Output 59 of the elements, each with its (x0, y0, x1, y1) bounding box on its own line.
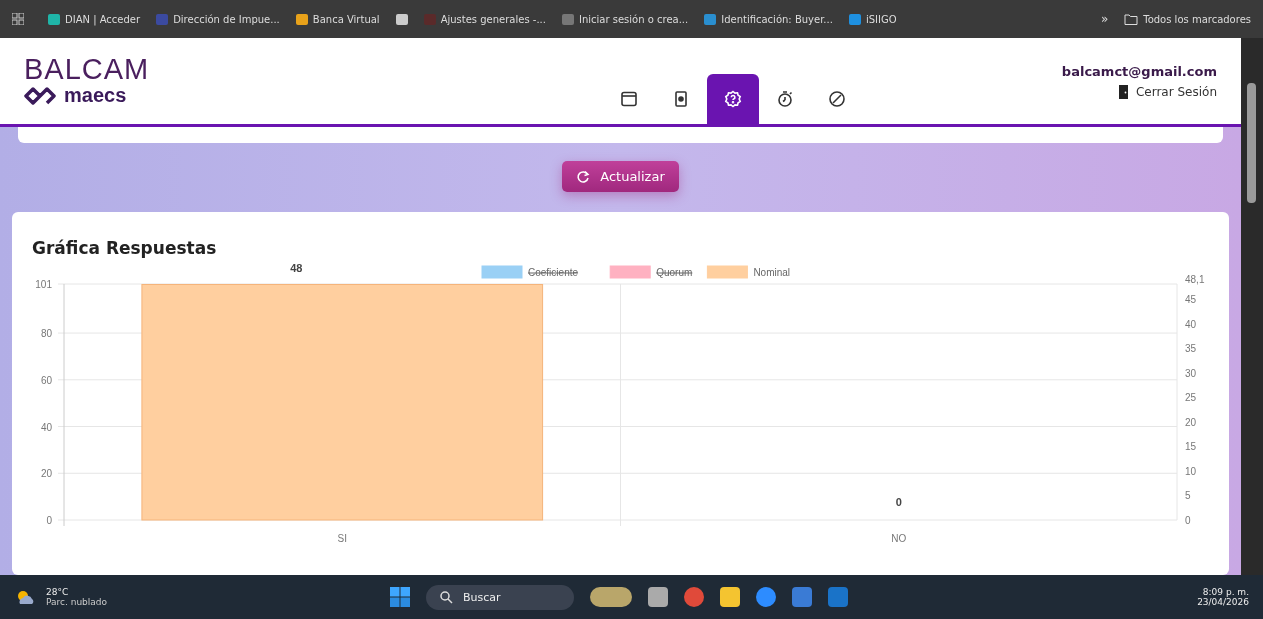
axis-tick-label: 60 (40, 374, 52, 386)
axis-tick-label: 20 (1185, 416, 1197, 428)
bookmark-item[interactable]: Identificación: Buyer... (704, 13, 833, 25)
door-icon (1117, 84, 1129, 99)
logout-link[interactable]: Cerrar Sesión (1117, 84, 1217, 99)
axis-tick-label: 25 (1185, 392, 1197, 404)
logo-text: maecs (64, 84, 127, 107)
user-email: balcamct@gmail.com (1061, 63, 1217, 79)
axis-tick-label: 45 (1185, 294, 1197, 306)
bookmark-item[interactable]: DIAN | Acceder (48, 13, 141, 25)
clock-date: 23/04/2026 (1197, 597, 1249, 607)
weather-temperature: 28°C (46, 587, 70, 597)
bar-value-label: 48 (290, 262, 303, 274)
legend-item[interactable]: Coeficiente (481, 265, 579, 279)
nav-tab[interactable] (707, 74, 760, 124)
more-bookmarks-button[interactable]: » (1100, 12, 1109, 26)
bookmark-item[interactable]: Banca Virtual (295, 13, 380, 25)
calendar-icon (620, 90, 639, 108)
search-icon (440, 590, 453, 604)
bookmark-item[interactable]: Iniciar sesión o crea... (561, 13, 689, 25)
all-bookmarks-folder[interactable]: Todos los marcadores (1124, 13, 1251, 25)
axis-tick-label: 5 (1185, 490, 1191, 502)
axis-tick-label: 40 (1185, 318, 1197, 330)
cancel-icon (828, 90, 847, 108)
legend-label: Nominal (753, 267, 791, 278)
bookmark-item[interactable]: iSIIGO (848, 13, 897, 25)
axis-tick-label: 20 (40, 468, 52, 480)
chart-title: Gráfica Respuestas (32, 238, 218, 258)
timer-icon (776, 90, 795, 108)
axis-tick-label: 35 (1185, 343, 1197, 355)
taskbar-search[interactable]: Buscar (426, 584, 574, 610)
axis-tick-label: 0 (1185, 515, 1191, 526)
axis-tick-label: 101 (35, 279, 52, 290)
bookmark-item[interactable]: Dirección de Impue... (156, 13, 280, 25)
bar-value-label: 0 (895, 496, 902, 508)
logo-text: BALCAM (24, 55, 150, 84)
axis-category-label: SI (337, 533, 347, 544)
apps-grid-icon[interactable] (12, 13, 24, 25)
logo-icon (24, 85, 58, 106)
bookmark-item[interactable]: Ajustes generales -... (423, 13, 546, 25)
axis-tick-label: 10 (1185, 465, 1197, 477)
legend-label: Coeficiente (528, 267, 579, 278)
axis-tick-label: 15 (1185, 441, 1197, 453)
weather-description: Parc. nublado (46, 597, 108, 607)
axis-tick-label: 40 (40, 421, 52, 433)
axis-tick-label: 0 (46, 515, 52, 526)
scrollbar[interactable] (1241, 38, 1263, 575)
help-icon (724, 90, 743, 108)
axis-category-label: NO (891, 533, 907, 544)
refresh-icon (576, 169, 591, 184)
clock-time: 8:09 p. m. (1201, 587, 1249, 597)
refresh-button[interactable]: Actualizar (562, 161, 679, 192)
axis-tick-label: 30 (1185, 367, 1197, 379)
start-icon[interactable] (390, 587, 410, 607)
legend-label: Quorum (656, 267, 693, 278)
axis-tick-label: 48,1 (1185, 274, 1205, 285)
axis-tick-label: 80 (40, 328, 52, 340)
bookmark-item[interactable] (395, 13, 408, 25)
legend-item[interactable]: Nominal (706, 265, 791, 279)
